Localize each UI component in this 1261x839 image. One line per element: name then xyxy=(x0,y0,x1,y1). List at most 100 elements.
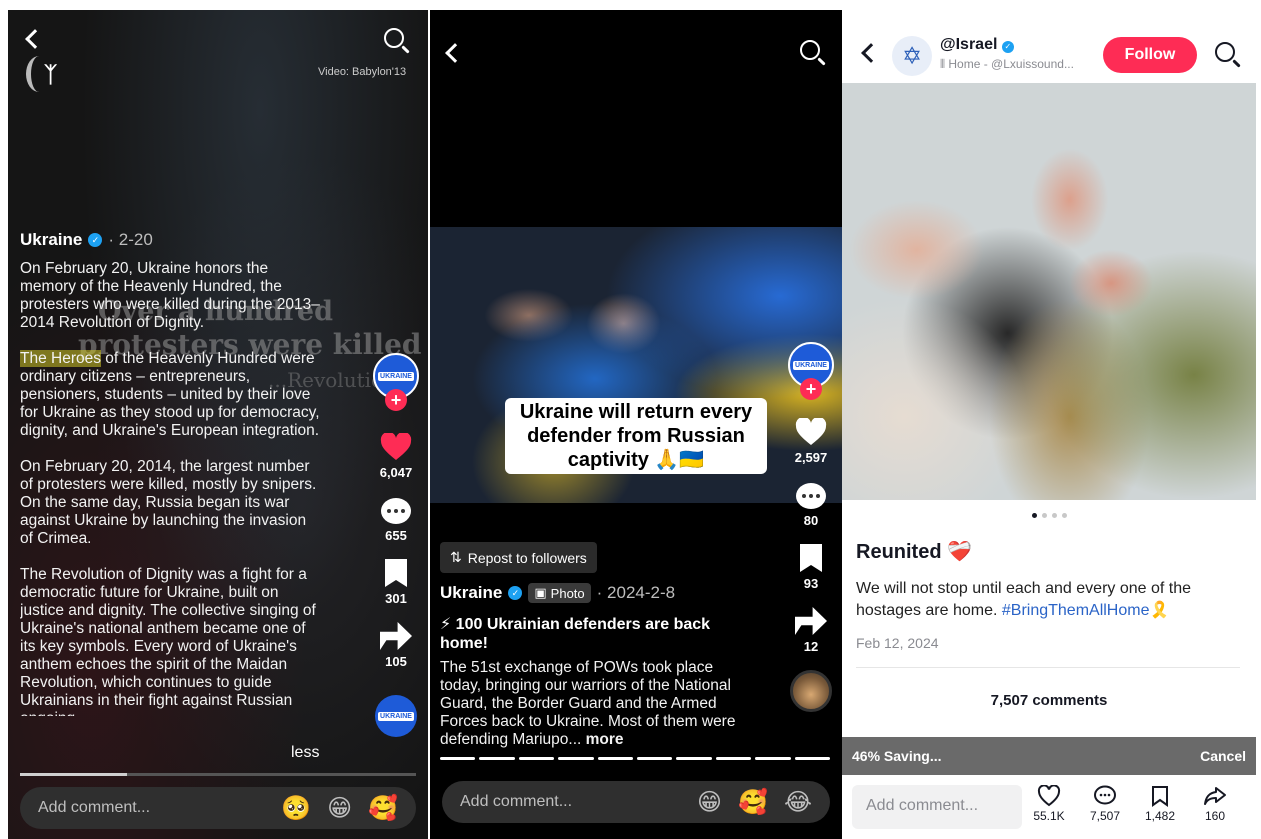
author-name[interactable]: Ukraine xyxy=(20,230,82,250)
hashtag-link[interactable]: #BringThemAllHome xyxy=(1002,602,1150,619)
comment-icon[interactable] xyxy=(796,483,826,509)
carousel-segment xyxy=(755,757,791,760)
action-rail: UKRAINE + 6,047 655 301 105 UKRAINE xyxy=(371,353,421,737)
emoji-button-grin[interactable]: 😁 xyxy=(327,794,352,823)
more-button[interactable]: more xyxy=(586,731,624,748)
carousel-segment xyxy=(715,757,752,760)
post-header: ✡ @Israel ✓ ⫴ Home - @Lxuissound... Foll… xyxy=(842,10,1256,83)
post-body: The 51st exchange of POWs took place tod… xyxy=(440,659,740,749)
author-name[interactable]: Ukraine xyxy=(440,583,502,603)
carousel-segment xyxy=(637,757,673,760)
save-count: 93 xyxy=(803,576,819,591)
share-action[interactable]: 160 xyxy=(1190,785,1240,823)
like-count: 2,597 xyxy=(794,450,828,465)
heart-icon[interactable] xyxy=(380,433,412,461)
emoji-button-love[interactable]: 🥰 xyxy=(368,794,398,823)
verified-badge-icon: ✓ xyxy=(508,586,523,600)
like-count: 55.1K xyxy=(1033,809,1065,823)
author-row: Ukraine ✓ · 2-20 xyxy=(20,230,320,250)
comment-icon[interactable] xyxy=(381,498,411,524)
caption-paragraph-2: The Heroes of the Heavenly Hundred were … xyxy=(20,350,320,440)
emoji-button-love[interactable]: 🥰 xyxy=(738,788,768,817)
quick-emojis: 😁 🥰 😂 xyxy=(697,788,812,817)
back-button[interactable] xyxy=(25,29,45,49)
carousel-dot[interactable] xyxy=(1041,513,1047,518)
comment-count: 655 xyxy=(385,528,407,543)
emoji-button-pleading[interactable]: 🥺 xyxy=(281,794,311,823)
comments-heading[interactable]: 7,507 comments xyxy=(842,692,1256,709)
emoji-button-joy[interactable]: 😂 xyxy=(784,788,812,817)
photo-chip-icon: ▣ xyxy=(534,585,547,600)
follow-plus-button[interactable]: + xyxy=(800,378,822,400)
author-row: Ukraine ✓ ▣ Photo · 2024-2-8 xyxy=(440,583,740,603)
share-icon[interactable] xyxy=(795,607,827,635)
save-count: 1,482 xyxy=(1144,809,1176,823)
save-action[interactable]: 1,482 xyxy=(1135,785,1185,823)
bookmark-outline-icon xyxy=(1152,786,1168,807)
less-button[interactable]: less xyxy=(291,744,319,762)
account-handle[interactable]: @Israel xyxy=(940,36,997,53)
post-date: · 2024-2-8 xyxy=(596,583,676,602)
carousel-dot[interactable] xyxy=(1031,513,1037,518)
heart-icon[interactable] xyxy=(795,418,827,446)
share-count: 160 xyxy=(1204,809,1226,823)
search-icon xyxy=(384,28,404,48)
divider xyxy=(856,667,1240,668)
post-photo[interactable] xyxy=(842,83,1256,500)
bookmark-icon[interactable] xyxy=(800,544,822,572)
caption-paragraph-4: The Revolution of Dignity was a fight fo… xyxy=(20,566,316,716)
search-icon xyxy=(800,40,820,60)
quick-emojis: 🥺 😁 🥰 xyxy=(281,794,398,823)
bottom-action-bar: Add comment... 55.1K 7,507 1,482 160 xyxy=(842,785,1256,839)
comment-input[interactable]: Add comment... 🥺 😁 🥰 xyxy=(20,787,416,829)
post-date: · 2-20 xyxy=(108,230,153,249)
share-icon[interactable] xyxy=(380,622,412,650)
account-handle-row: @Israel ✓ xyxy=(940,36,1014,54)
music-disc-icon[interactable] xyxy=(790,670,832,712)
trident-logo-icon: ᛉ xyxy=(44,62,58,87)
video-progress-fill xyxy=(20,773,127,776)
carousel-segment xyxy=(440,757,476,760)
post-headline: ⚡ 100 Ukrainian defenders are back home! xyxy=(440,616,711,652)
comment-input[interactable]: Add comment... xyxy=(852,785,1022,829)
star-of-david-icon[interactable]: ✡ xyxy=(892,36,932,76)
post-title: Reunited ❤️‍🩹 xyxy=(856,541,973,563)
comment-action[interactable]: 7,507 xyxy=(1080,785,1130,823)
search-button[interactable] xyxy=(384,28,404,48)
back-arrow-icon[interactable] xyxy=(861,43,881,63)
comment-input[interactable]: Add comment... 😁 🥰 😂 xyxy=(442,781,830,823)
like-count: 6,047 xyxy=(379,465,413,480)
search-icon[interactable] xyxy=(1215,42,1235,62)
post-body: We will not stop until each and every on… xyxy=(856,578,1236,622)
yellow-ribbon-icon: 🎗️ xyxy=(1149,602,1170,619)
carousel-dot[interactable] xyxy=(1051,513,1057,518)
music-disc-icon[interactable]: UKRAINE xyxy=(375,695,417,737)
photo-chip-label: Photo xyxy=(550,585,585,601)
carousel-dot[interactable] xyxy=(1061,513,1067,518)
caption-paragraph-1: On February 20, Ukraine honors the memor… xyxy=(20,260,320,331)
verified-badge-icon: ✓ xyxy=(88,233,103,247)
carousel-segment xyxy=(597,757,634,760)
video-progress-bar[interactable] xyxy=(20,773,416,776)
israel-post-panel: ✡ @Israel ✓ ⫴ Home - @Lxuissound... Foll… xyxy=(842,10,1256,839)
bookmark-icon[interactable] xyxy=(385,559,407,587)
photo-type-chip: ▣ Photo xyxy=(528,583,591,603)
emoji-button-grin[interactable]: 😁 xyxy=(697,788,722,817)
avatar-label: UKRAINE xyxy=(793,360,829,370)
repost-button[interactable]: ⇅ Repost to followers xyxy=(440,542,597,573)
follow-plus-button[interactable]: + xyxy=(385,389,407,411)
saving-progress-bar: 46% Saving... Cancel xyxy=(842,737,1256,775)
carousel-segment xyxy=(479,757,515,760)
sound-subtitle-text: Home - @Lxuissound... xyxy=(948,57,1074,71)
like-action[interactable]: 55.1K xyxy=(1024,785,1074,823)
back-button[interactable] xyxy=(445,43,465,63)
repost-icon: ⇅ xyxy=(450,549,462,565)
carousel-dots xyxy=(842,513,1256,518)
comment-outline-icon xyxy=(1094,785,1116,805)
highlighted-text: The Heroes xyxy=(20,350,101,367)
comment-count: 80 xyxy=(803,513,819,528)
search-button[interactable] xyxy=(800,40,820,60)
follow-button[interactable]: Follow xyxy=(1103,37,1197,73)
carousel-segment xyxy=(558,757,594,760)
cancel-button[interactable]: Cancel xyxy=(1200,748,1246,764)
